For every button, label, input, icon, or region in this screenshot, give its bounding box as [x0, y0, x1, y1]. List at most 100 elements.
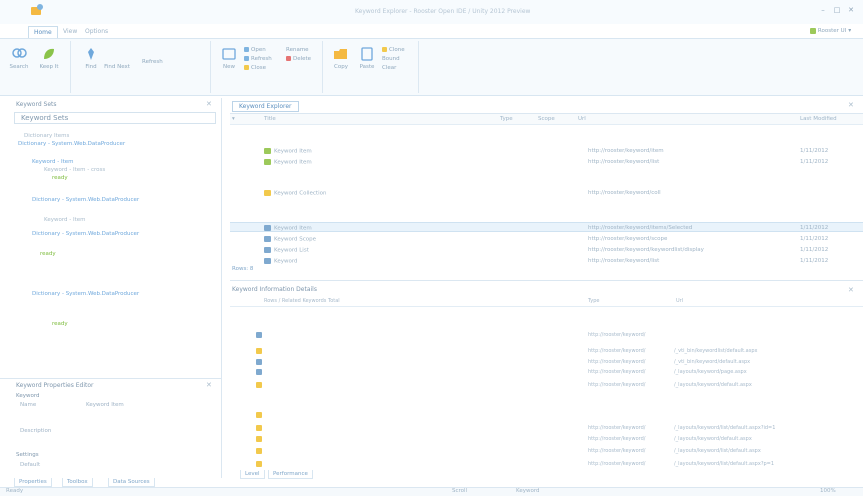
tree-item[interactable]: Dictionary Items: [24, 132, 210, 140]
tree-item[interactable]: Keyword - Item: [32, 158, 210, 166]
close-icon[interactable]: ✕: [206, 381, 212, 389]
paste-button-label: Paste: [359, 64, 375, 70]
column-header-last-modified[interactable]: Last Modified: [800, 116, 837, 122]
bottom-tab-properties[interactable]: Properties: [14, 478, 52, 487]
tree-item[interactable]: Keyword - Item: [44, 216, 210, 224]
rename-button[interactable]: Rename: [286, 46, 311, 55]
details-row[interactable]: http://rooster/keyword/ /_layouts/keyword…: [230, 368, 863, 377]
table-row[interactable]: Keyword Item http://rooster/keyword/item 1…: [230, 146, 863, 156]
tree-item[interactable]: Dictionary - System.Web.DataProducer: [32, 196, 210, 204]
table-row[interactable]: Keyword http://rooster/keyword/list 1/11/2…: [230, 256, 863, 266]
row-title: Keyword Item: [264, 159, 312, 166]
tree-item[interactable]: Keyword - Item - cross: [44, 166, 210, 174]
paste-button[interactable]: Paste: [354, 44, 380, 82]
item-icon: [264, 247, 271, 253]
row-url: http://rooster/keyword/scope: [588, 236, 668, 242]
keyword-sets-search[interactable]: Keyword Sets: [14, 112, 216, 124]
find-button-label: Find: [85, 64, 97, 70]
delete-button[interactable]: Delete: [286, 55, 311, 64]
close-icon[interactable]: ✕: [846, 5, 856, 15]
edit-small-buttons: Open Refresh Close: [244, 46, 272, 73]
column-header-url[interactable]: Url: [578, 116, 586, 122]
leaf-icon: [44, 48, 54, 59]
details-column-type[interactable]: Type: [588, 298, 599, 304]
table-row[interactable]: Keyword List http://rooster/keyword/keywo…: [230, 245, 863, 255]
new-button[interactable]: New: [216, 44, 242, 82]
copy-button[interactable]: Copy: [328, 44, 354, 82]
find-next-button[interactable]: Find Next: [104, 44, 130, 82]
maximize-icon[interactable]: □: [832, 5, 842, 15]
keep-it-button-label: Keep It: [39, 64, 59, 70]
close-button[interactable]: Close: [244, 64, 272, 73]
close-icon[interactable]: ✕: [848, 101, 854, 109]
tree-item[interactable]: Dictionary - System.Web.DataProducer: [32, 290, 210, 298]
details-path: /_vti_bin/keywordlist/default.aspx: [674, 348, 758, 354]
prop-section-settings: Settings: [16, 452, 39, 458]
details-row[interactable]: http://rooster/keyword/ /_layouts/keyword…: [230, 435, 863, 444]
prop-key-name: Name: [20, 402, 37, 408]
edit-small-buttons-2: Rename Delete: [286, 46, 311, 64]
pin-icon: [88, 48, 94, 60]
details-url: http://rooster/keyword/: [588, 448, 646, 454]
details-url: http://rooster/keyword/: [588, 348, 646, 354]
tree-item[interactable]: ready: [40, 250, 210, 258]
row-modified: 1/11/2012: [800, 258, 829, 264]
keep-it-button[interactable]: Keep It: [36, 44, 62, 82]
clone-button[interactable]: Clone: [382, 46, 405, 55]
tree-item[interactable]: ready: [52, 174, 210, 182]
details-row[interactable]: [230, 411, 863, 420]
details-row[interactable]: http://rooster/keyword/ /_vti_bin/keyword…: [230, 347, 863, 356]
table-row[interactable]: Keyword Collection http://rooster/keyword…: [230, 188, 863, 198]
app-icon[interactable]: [30, 3, 44, 17]
details-row[interactable]: http://rooster/keyword/ /_layouts/keyword…: [230, 447, 863, 456]
row-title-text: Keyword Item: [274, 148, 312, 155]
tree-item[interactable]: Dictionary - System.Web.DataProducer: [32, 230, 210, 238]
details-path: /_vti_bin/keyword/default.aspx: [674, 359, 751, 365]
details-path: /_layouts/keyword/list/default.aspx?p=1: [674, 461, 775, 467]
details-row[interactable]: http://rooster/keyword/ /_layouts/keyword…: [230, 460, 863, 469]
details-row[interactable]: http://rooster/keyword/ /_vti_bin/keyword…: [230, 358, 863, 367]
details-path: /_layouts/keyword/page.aspx: [674, 369, 747, 375]
column-header-scope[interactable]: Scope: [538, 116, 555, 122]
tab-keyword-explorer[interactable]: Keyword Explorer: [232, 101, 299, 112]
open-button[interactable]: Open: [244, 46, 272, 55]
tree-item[interactable]: Dictionary - System.Web.DataProducer: [18, 140, 210, 148]
user-menu[interactable]: Rooster UI ▾: [810, 27, 851, 34]
details-tab-level[interactable]: Level: [240, 470, 265, 479]
minimize-icon[interactable]: –: [818, 5, 828, 15]
details-url: http://rooster/keyword/: [588, 425, 646, 431]
bound-button[interactable]: Bound: [382, 55, 405, 64]
column-header-title[interactable]: Title: [264, 116, 276, 122]
details-tab-performance[interactable]: Performance: [268, 470, 313, 479]
prop-value-name[interactable]: Keyword Item: [86, 402, 124, 408]
table-row[interactable]: Keyword Scope http://rooster/keyword/scop…: [230, 234, 863, 244]
find-button[interactable]: Find: [78, 44, 104, 82]
details-row[interactable]: http://rooster/keyword/: [230, 331, 863, 340]
splitter[interactable]: [230, 280, 863, 281]
refresh-button[interactable]: Refresh: [244, 55, 272, 64]
search-button[interactable]: Search: [6, 44, 32, 82]
table-row[interactable]: Keyword Item http://rooster/keyword/list 1…: [230, 157, 863, 167]
tree-item[interactable]: ready: [52, 320, 210, 328]
user-icon: [810, 27, 816, 34]
find-next-button-label: Find Next: [104, 64, 130, 70]
ribbon-tab-options[interactable]: Options: [80, 26, 113, 38]
ribbon-tab-home[interactable]: Home: [28, 26, 58, 38]
close-icon[interactable]: ✕: [206, 100, 212, 108]
prop-key-default: Default: [20, 462, 41, 468]
row-title: Keyword Item: [264, 148, 312, 155]
details-column-url[interactable]: Url: [676, 298, 683, 304]
details-row[interactable]: http://rooster/keyword/ /_layouts/keyword…: [230, 381, 863, 390]
table-row[interactable]: Keyword Item http://rooster/keyword/items…: [230, 222, 863, 232]
bottom-tab-data-sources[interactable]: Data Sources: [108, 478, 155, 487]
column-header-type[interactable]: Type: [500, 116, 513, 122]
item-icon: [264, 190, 271, 196]
clone-icon: [382, 47, 387, 52]
details-row[interactable]: http://rooster/keyword/ /_layouts/keyword…: [230, 424, 863, 433]
item-icon: [256, 461, 262, 467]
bottom-tab-toolbox[interactable]: Toolbox: [62, 478, 93, 487]
clear-button[interactable]: Clear: [382, 64, 405, 73]
ribbon-tab-view[interactable]: View: [58, 26, 82, 38]
details-column-related[interactable]: Rows / Related Keywords Total: [264, 298, 340, 304]
close-icon[interactable]: ✕: [848, 286, 854, 294]
